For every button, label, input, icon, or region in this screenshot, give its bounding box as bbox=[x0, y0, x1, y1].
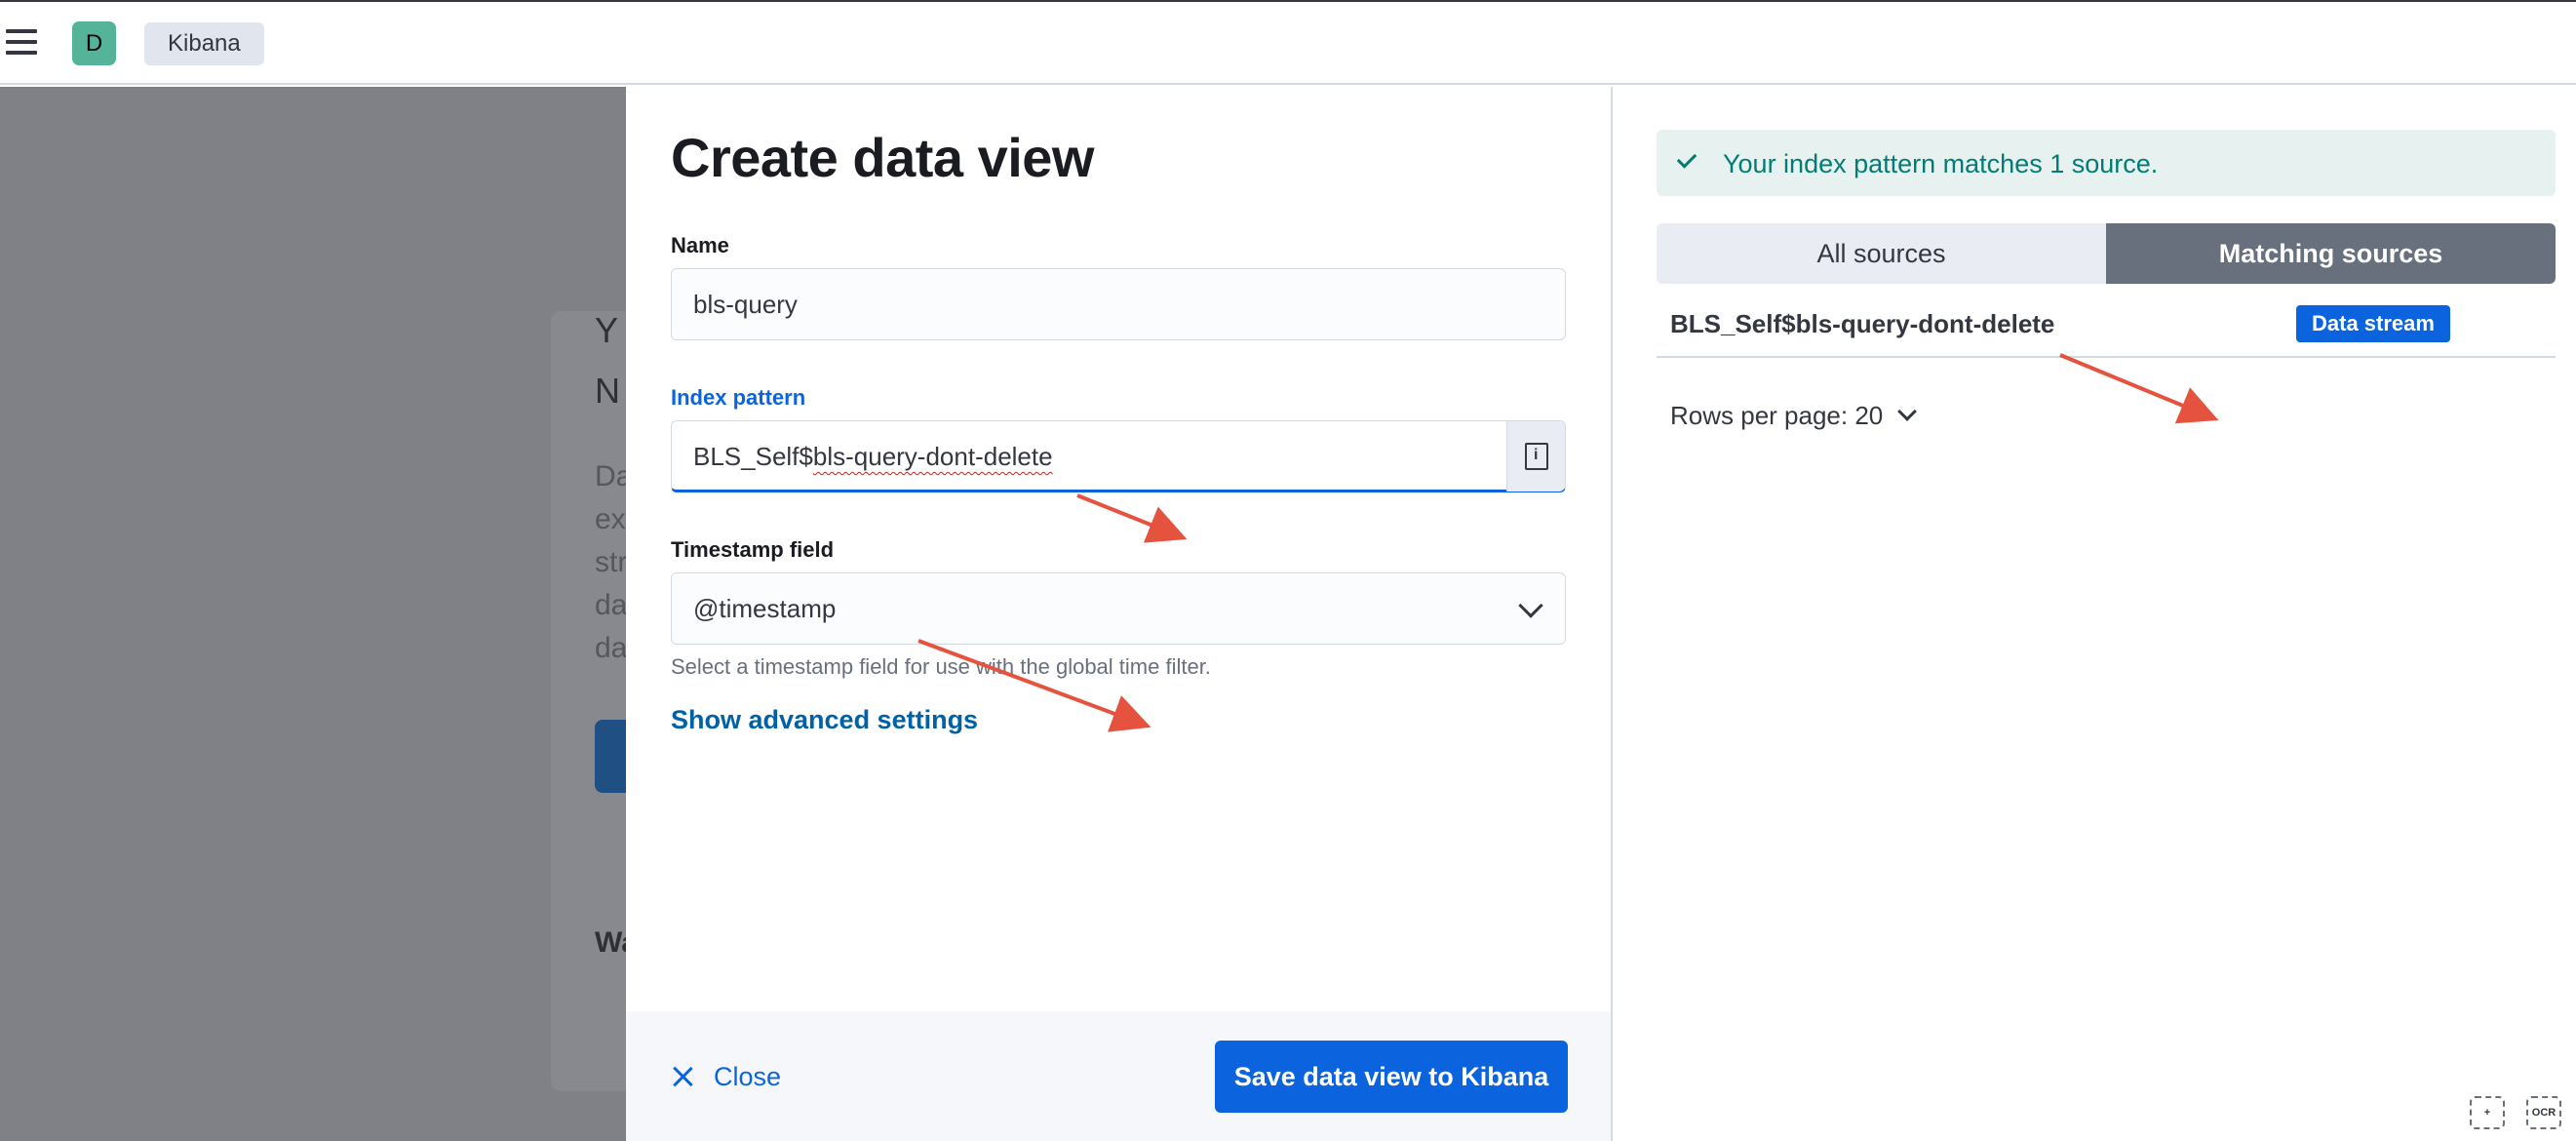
close-button[interactable]: Close bbox=[671, 1062, 781, 1092]
rows-per-page-selector[interactable]: Rows per page: 20 bbox=[1670, 401, 1918, 431]
tab-all-sources[interactable]: All sources bbox=[1657, 223, 2106, 284]
tab-matching-sources[interactable]: Matching sources bbox=[2106, 223, 2556, 284]
background-text: da bbox=[595, 632, 628, 664]
index-pattern-help-button[interactable] bbox=[1506, 421, 1565, 492]
ocr-icon[interactable]: OCR bbox=[2526, 1096, 2561, 1129]
name-input[interactable]: bls-query bbox=[671, 268, 1566, 340]
index-pattern-label: Index pattern bbox=[671, 385, 806, 410]
index-pattern-rest: bls-query-dont-delete bbox=[812, 442, 1053, 471]
documentation-icon bbox=[1525, 443, 1548, 470]
create-data-view-flyout: Create data view Name bls-query Index pa… bbox=[626, 87, 2576, 1141]
save-data-view-button[interactable]: Save data view to Kibana bbox=[1215, 1041, 1568, 1113]
zoom-icon[interactable]: + bbox=[2470, 1096, 2505, 1129]
breadcrumb-kibana[interactable]: Kibana bbox=[144, 22, 264, 65]
background-text: da bbox=[595, 589, 628, 621]
name-label: Name bbox=[671, 233, 729, 257]
chevron-down-icon bbox=[1518, 593, 1543, 618]
menu-icon[interactable] bbox=[6, 29, 37, 55]
match-callout: Your index pattern matches 1 source. bbox=[1657, 130, 2556, 196]
timestamp-value: @timestamp bbox=[693, 594, 837, 623]
source-name: BLS_Self$bls-query-dont-delete bbox=[1670, 309, 2055, 338]
background-heading: N bbox=[595, 371, 620, 411]
background-heading: Y bbox=[595, 310, 619, 350]
sources-tab-group: All sources Matching sources bbox=[1657, 223, 2556, 284]
space-avatar[interactable]: D bbox=[72, 21, 116, 65]
close-label: Close bbox=[714, 1062, 782, 1091]
timestamp-help-text: Select a timestamp field for use with th… bbox=[671, 654, 1211, 679]
background-text: ex bbox=[595, 503, 626, 535]
flyout-title: Create data view bbox=[671, 127, 1094, 188]
data-stream-badge: Data stream bbox=[2296, 305, 2450, 342]
table-row: BLS_Self$bls-query-dont-delete Data stre… bbox=[1657, 292, 2556, 358]
data-view-form: Create data view Name bls-query Index pa… bbox=[626, 87, 1611, 1141]
timestamp-field-label: Timestamp field bbox=[671, 537, 835, 562]
index-pattern-prefix: BLS_Self$ bbox=[693, 442, 813, 471]
check-icon bbox=[1676, 148, 1698, 169]
show-advanced-settings-link[interactable]: Show advanced settings bbox=[671, 705, 978, 735]
chevron-down-icon bbox=[1897, 402, 1918, 421]
timestamp-field-select[interactable]: @timestamp bbox=[671, 572, 1566, 645]
pane-divider bbox=[1611, 87, 1613, 1141]
background-text: str bbox=[595, 546, 628, 578]
flyout-footer: Close Save data view to Kibana bbox=[626, 1011, 1611, 1141]
index-pattern-input[interactable]: BLS_Self$bls-query-dont-delete bbox=[671, 420, 1566, 492]
rows-per-page-label: Rows per page: 20 bbox=[1670, 401, 1884, 430]
callout-text: Your index pattern matches 1 source. bbox=[1723, 149, 2159, 178]
top-navigation-bar: D Kibana bbox=[0, 0, 2576, 85]
close-icon bbox=[671, 1064, 694, 1087]
